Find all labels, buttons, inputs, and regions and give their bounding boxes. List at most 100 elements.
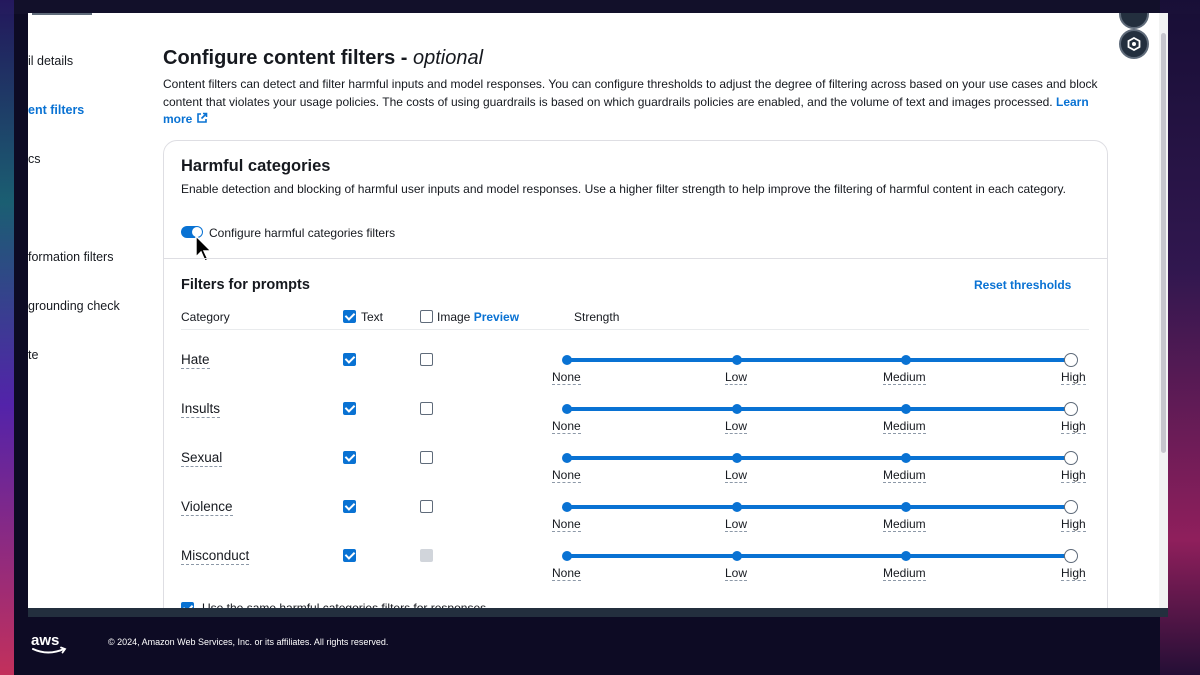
help-button[interactable] [1119, 13, 1149, 29]
column-header-image: Image Preview [437, 310, 519, 324]
slider-step-low [732, 453, 742, 463]
header-divider [181, 329, 1089, 330]
slider-step-low [732, 502, 742, 512]
hate-strength-slider[interactable]: None Low Medium High [552, 353, 1086, 385]
slider-step-none [562, 453, 572, 463]
scrollbar-thumb[interactable] [1161, 33, 1166, 453]
sexual-image-checkbox[interactable] [420, 451, 433, 464]
sexual-strength-slider[interactable]: None Low Medium High [552, 451, 1086, 483]
tick-label-high: High [1061, 468, 1086, 483]
slider-step-medium [901, 502, 911, 512]
backdrop-top [0, 0, 1200, 14]
sexual-text-checkbox[interactable] [343, 451, 356, 464]
reset-thresholds-button[interactable]: Reset thresholds [974, 278, 1071, 292]
category-label-sexual: Sexual [181, 450, 223, 467]
tick-label-none: None [552, 566, 581, 581]
harmful-categories-description: Enable detection and blocking of harmful… [181, 182, 1066, 196]
sidebar-item-content-filters[interactable]: ent filters [28, 103, 84, 117]
settings-button[interactable] [1119, 29, 1149, 59]
aws-logo-text: aws [31, 632, 59, 649]
misconduct-image-checkbox [420, 549, 433, 562]
slider-step-none [562, 404, 572, 414]
slider-handle[interactable] [1064, 549, 1078, 563]
tick-label-low: Low [725, 419, 748, 434]
screen-bottom-bar [28, 608, 1168, 617]
tick-label-low: Low [725, 370, 748, 385]
slider-step-low [732, 404, 742, 414]
slider-handle[interactable] [1064, 353, 1078, 367]
slider-handle[interactable] [1064, 451, 1078, 465]
slider-handle[interactable] [1064, 500, 1078, 514]
category-label-misconduct: Misconduct [181, 548, 250, 565]
tick-label-medium: Medium [883, 370, 926, 385]
aws-logo: aws [31, 632, 67, 654]
tick-label-none: None [552, 370, 581, 385]
tick-label-medium: Medium [883, 566, 926, 581]
hate-text-checkbox[interactable] [343, 353, 356, 366]
hate-image-checkbox[interactable] [420, 353, 433, 366]
slider-step-medium [901, 404, 911, 414]
external-link-icon [196, 112, 207, 123]
nav-tab-indicator [32, 13, 92, 15]
slider-handle[interactable] [1064, 402, 1078, 416]
tick-label-high: High [1061, 419, 1086, 434]
misconduct-text-checkbox[interactable] [343, 549, 356, 562]
insults-text-checkbox[interactable] [343, 402, 356, 415]
tick-label-none: None [552, 517, 581, 532]
slider-track [567, 554, 1077, 558]
slider-track [567, 456, 1077, 460]
sidebar-item-sensitive-information-filters[interactable]: formation filters [28, 250, 113, 264]
backdrop-glow-left [0, 0, 14, 675]
harmful-categories-title: Harmful categories [181, 157, 331, 175]
slider-step-medium [901, 551, 911, 561]
configure-harmful-categories-label: Configure harmful categories filters [209, 226, 396, 240]
insults-image-checkbox[interactable] [420, 402, 433, 415]
image-column-checkbox[interactable] [420, 310, 433, 323]
category-label-hate: Hate [181, 352, 210, 369]
slider-step-low [732, 355, 742, 365]
slider-step-medium [901, 453, 911, 463]
slider-step-medium [901, 355, 911, 365]
hexagon-icon [1127, 37, 1141, 51]
tick-label-medium: Medium [883, 517, 926, 532]
preview-link[interactable]: Preview [474, 310, 519, 324]
tick-label-high: High [1061, 370, 1086, 385]
tick-label-none: None [552, 468, 581, 483]
footer-copyright: © 2024, Amazon Web Services, Inc. or its… [108, 637, 389, 647]
tick-label-medium: Medium [883, 419, 926, 434]
slider-step-low [732, 551, 742, 561]
text-column-checkbox[interactable] [343, 310, 356, 323]
filters-for-prompts-title: Filters for prompts [181, 277, 310, 293]
panel-divider [164, 258, 1107, 259]
slider-step-none [562, 355, 572, 365]
tick-label-high: High [1061, 517, 1086, 532]
tick-label-low: Low [725, 566, 748, 581]
tick-label-low: Low [725, 468, 748, 483]
page-scrollbar[interactable] [1159, 13, 1168, 608]
column-header-category: Category [181, 310, 230, 324]
sidebar-item-create[interactable]: te [28, 348, 38, 362]
column-header-image-label: Image [437, 310, 471, 324]
page-title-optional: optional [413, 47, 484, 69]
page-description: Content filters can detect and filter ha… [163, 76, 1113, 129]
slider-track [567, 505, 1077, 509]
violence-text-checkbox[interactable] [343, 500, 356, 513]
slider-step-none [562, 502, 572, 512]
column-header-text: Text [361, 310, 384, 324]
category-label-insults: Insults [181, 401, 221, 418]
category-label-violence: Violence [181, 499, 233, 516]
column-header-strength: Strength [574, 310, 620, 324]
insults-strength-slider[interactable]: None Low Medium High [552, 402, 1086, 434]
violence-image-checkbox[interactable] [420, 500, 433, 513]
console-screen: il details ent filters cs formation filt… [28, 13, 1168, 617]
tick-label-low: Low [725, 517, 748, 532]
page-description-text: Content filters can detect and filter ha… [163, 77, 1098, 109]
slider-step-none [562, 551, 572, 561]
misconduct-strength-slider[interactable]: None Low Medium High [552, 549, 1086, 581]
page-title: Configure content filters - optional [163, 47, 483, 70]
sidebar-item-details[interactable]: il details [28, 54, 73, 68]
sidebar-item-grounding-check[interactable]: grounding check [28, 299, 120, 313]
tick-label-medium: Medium [883, 468, 926, 483]
violence-strength-slider[interactable]: None Low Medium High [552, 500, 1086, 532]
sidebar-item-topics[interactable]: cs [28, 152, 41, 166]
